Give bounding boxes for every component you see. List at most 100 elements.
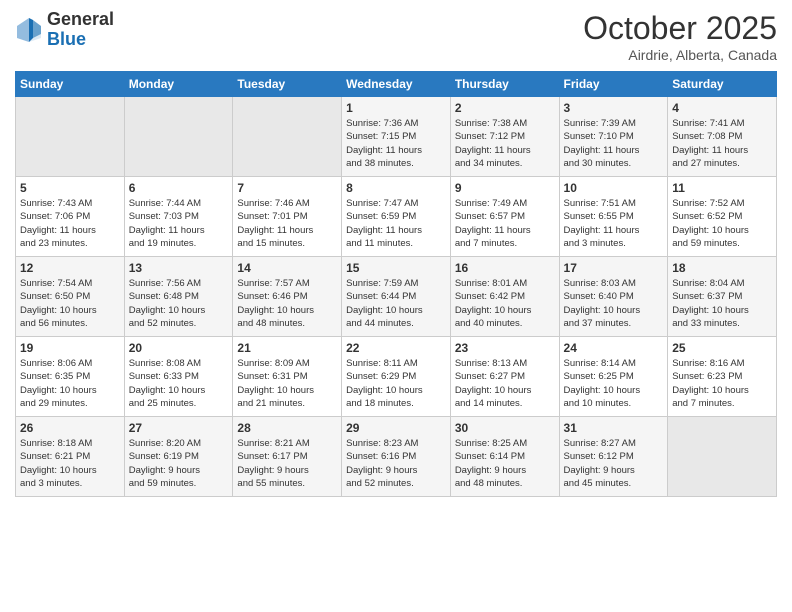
header: General Blue October 2025 Airdrie, Alber… (15, 10, 777, 63)
day-number: 28 (237, 421, 337, 435)
day-number: 7 (237, 181, 337, 195)
calendar-cell: 14 Sunrise: 7:57 AM Sunset: 6:46 PM Dayli… (233, 257, 342, 337)
calendar-cell (233, 97, 342, 177)
day-number: 22 (346, 341, 446, 355)
calendar-cell: 1 Sunrise: 7:36 AM Sunset: 7:15 PM Daylig… (342, 97, 451, 177)
calendar-cell: 18Sunrise: 8:04 AM Sunset: 6:37 PM Dayli… (668, 257, 777, 337)
day-info: Sunrise: 7:54 AM Sunset: 6:50 PM Dayligh… (20, 277, 120, 330)
day-info: Sunrise: 7:52 AM Sunset: 6:52 PM Dayligh… (672, 197, 772, 250)
weekday-header-tuesday: Tuesday (233, 72, 342, 97)
location: Airdrie, Alberta, Canada (583, 47, 777, 63)
day-number: 10 (564, 181, 664, 195)
day-info: Sunrise: 8:08 AM Sunset: 6:33 PM Dayligh… (129, 357, 229, 410)
day-number: 13 (129, 261, 229, 275)
logo-icon (15, 16, 43, 44)
calendar-cell: 8 Sunrise: 7:47 AM Sunset: 6:59 PM Daylig… (342, 177, 451, 257)
week-row-5: 26Sunrise: 8:18 AM Sunset: 6:21 PM Dayli… (16, 417, 777, 497)
day-info: Sunrise: 7:39 AM Sunset: 7:10 PM Dayligh… (564, 117, 664, 170)
day-number: 15 (346, 261, 446, 275)
day-number: 1 (346, 101, 446, 115)
week-row-4: 19 Sunrise: 8:06 AM Sunset: 6:35 PM Dayli… (16, 337, 777, 417)
day-number: 14 (237, 261, 337, 275)
calendar-cell: 31Sunrise: 8:27 AM Sunset: 6:12 PM Dayli… (559, 417, 668, 497)
calendar-cell: 30Sunrise: 8:25 AM Sunset: 6:14 PM Dayli… (450, 417, 559, 497)
day-info: Sunrise: 7:38 AM Sunset: 7:12 PM Dayligh… (455, 117, 555, 170)
day-number: 12 (20, 261, 120, 275)
day-info: Sunrise: 8:27 AM Sunset: 6:12 PM Dayligh… (564, 437, 664, 490)
calendar-cell: 10 Sunrise: 7:51 AM Sunset: 6:55 PM Dayli… (559, 177, 668, 257)
calendar-cell: 26Sunrise: 8:18 AM Sunset: 6:21 PM Dayli… (16, 417, 125, 497)
day-number: 5 (20, 181, 120, 195)
calendar-cell: 29 Sunrise: 8:23 AM Sunset: 6:16 PM Dayli… (342, 417, 451, 497)
calendar-cell: 20 Sunrise: 8:08 AM Sunset: 6:33 PM Dayli… (124, 337, 233, 417)
calendar-cell: 22 Sunrise: 8:11 AM Sunset: 6:29 PM Dayli… (342, 337, 451, 417)
calendar-cell: 5 Sunrise: 7:43 AM Sunset: 7:06 PM Daylig… (16, 177, 125, 257)
calendar-cell: 4 Sunrise: 7:41 AM Sunset: 7:08 PM Daylig… (668, 97, 777, 177)
day-number: 23 (455, 341, 555, 355)
weekday-header-thursday: Thursday (450, 72, 559, 97)
weekday-header-monday: Monday (124, 72, 233, 97)
day-number: 11 (672, 181, 772, 195)
day-number: 20 (129, 341, 229, 355)
calendar-cell: 3Sunrise: 7:39 AM Sunset: 7:10 PM Daylig… (559, 97, 668, 177)
day-number: 17 (564, 261, 664, 275)
day-info: Sunrise: 7:44 AM Sunset: 7:03 PM Dayligh… (129, 197, 229, 250)
day-number: 21 (237, 341, 337, 355)
day-info: Sunrise: 8:01 AM Sunset: 6:42 PM Dayligh… (455, 277, 555, 330)
weekday-header-saturday: Saturday (668, 72, 777, 97)
day-number: 29 (346, 421, 446, 435)
day-number: 16 (455, 261, 555, 275)
week-row-3: 12 Sunrise: 7:54 AM Sunset: 6:50 PM Dayli… (16, 257, 777, 337)
day-info: Sunrise: 8:18 AM Sunset: 6:21 PM Dayligh… (20, 437, 120, 490)
calendar-cell (668, 417, 777, 497)
calendar-cell: 24 Sunrise: 8:14 AM Sunset: 6:25 PM Dayli… (559, 337, 668, 417)
day-info: Sunrise: 8:20 AM Sunset: 6:19 PM Dayligh… (129, 437, 229, 490)
title-block: October 2025 Airdrie, Alberta, Canada (583, 10, 777, 63)
day-info: Sunrise: 8:06 AM Sunset: 6:35 PM Dayligh… (20, 357, 120, 410)
calendar-cell (16, 97, 125, 177)
day-info: Sunrise: 8:16 AM Sunset: 6:23 PM Dayligh… (672, 357, 772, 410)
day-number: 8 (346, 181, 446, 195)
month-title: October 2025 (583, 10, 777, 47)
day-number: 19 (20, 341, 120, 355)
calendar-cell: 25Sunrise: 8:16 AM Sunset: 6:23 PM Dayli… (668, 337, 777, 417)
day-info: Sunrise: 7:59 AM Sunset: 6:44 PM Dayligh… (346, 277, 446, 330)
day-info: Sunrise: 7:51 AM Sunset: 6:55 PM Dayligh… (564, 197, 664, 250)
logo-general: General (47, 9, 114, 29)
day-info: Sunrise: 7:56 AM Sunset: 6:48 PM Dayligh… (129, 277, 229, 330)
weekday-header-sunday: Sunday (16, 72, 125, 97)
calendar-cell: 28Sunrise: 8:21 AM Sunset: 6:17 PM Dayli… (233, 417, 342, 497)
calendar-cell: 17 Sunrise: 8:03 AM Sunset: 6:40 PM Dayli… (559, 257, 668, 337)
week-row-1: 1 Sunrise: 7:36 AM Sunset: 7:15 PM Daylig… (16, 97, 777, 177)
calendar-cell: 7Sunrise: 7:46 AM Sunset: 7:01 PM Daylig… (233, 177, 342, 257)
calendar-cell: 23 Sunrise: 8:13 AM Sunset: 6:27 PM Dayli… (450, 337, 559, 417)
day-info: Sunrise: 7:49 AM Sunset: 6:57 PM Dayligh… (455, 197, 555, 250)
calendar-cell (124, 97, 233, 177)
day-number: 4 (672, 101, 772, 115)
calendar-cell: 19 Sunrise: 8:06 AM Sunset: 6:35 PM Dayli… (16, 337, 125, 417)
calendar-cell: 13 Sunrise: 7:56 AM Sunset: 6:48 PM Dayli… (124, 257, 233, 337)
calendar-cell: 6Sunrise: 7:44 AM Sunset: 7:03 PM Daylig… (124, 177, 233, 257)
day-info: Sunrise: 7:41 AM Sunset: 7:08 PM Dayligh… (672, 117, 772, 170)
weekday-header-row: SundayMondayTuesdayWednesdayThursdayFrid… (16, 72, 777, 97)
day-number: 18 (672, 261, 772, 275)
weekday-header-friday: Friday (559, 72, 668, 97)
logo-text: General Blue (47, 10, 114, 50)
main-container: General Blue October 2025 Airdrie, Alber… (0, 0, 792, 507)
day-info: Sunrise: 8:13 AM Sunset: 6:27 PM Dayligh… (455, 357, 555, 410)
day-info: Sunrise: 8:03 AM Sunset: 6:40 PM Dayligh… (564, 277, 664, 330)
day-info: Sunrise: 7:36 AM Sunset: 7:15 PM Dayligh… (346, 117, 446, 170)
calendar-table: SundayMondayTuesdayWednesdayThursdayFrid… (15, 71, 777, 497)
day-info: Sunrise: 8:14 AM Sunset: 6:25 PM Dayligh… (564, 357, 664, 410)
day-info: Sunrise: 7:57 AM Sunset: 6:46 PM Dayligh… (237, 277, 337, 330)
day-number: 24 (564, 341, 664, 355)
calendar-cell: 12 Sunrise: 7:54 AM Sunset: 6:50 PM Dayli… (16, 257, 125, 337)
logo-blue: Blue (47, 29, 86, 49)
day-info: Sunrise: 8:23 AM Sunset: 6:16 PM Dayligh… (346, 437, 446, 490)
day-info: Sunrise: 7:47 AM Sunset: 6:59 PM Dayligh… (346, 197, 446, 250)
day-info: Sunrise: 7:43 AM Sunset: 7:06 PM Dayligh… (20, 197, 120, 250)
day-info: Sunrise: 8:11 AM Sunset: 6:29 PM Dayligh… (346, 357, 446, 410)
weekday-header-wednesday: Wednesday (342, 72, 451, 97)
day-info: Sunrise: 8:25 AM Sunset: 6:14 PM Dayligh… (455, 437, 555, 490)
calendar-cell: 21Sunrise: 8:09 AM Sunset: 6:31 PM Dayli… (233, 337, 342, 417)
